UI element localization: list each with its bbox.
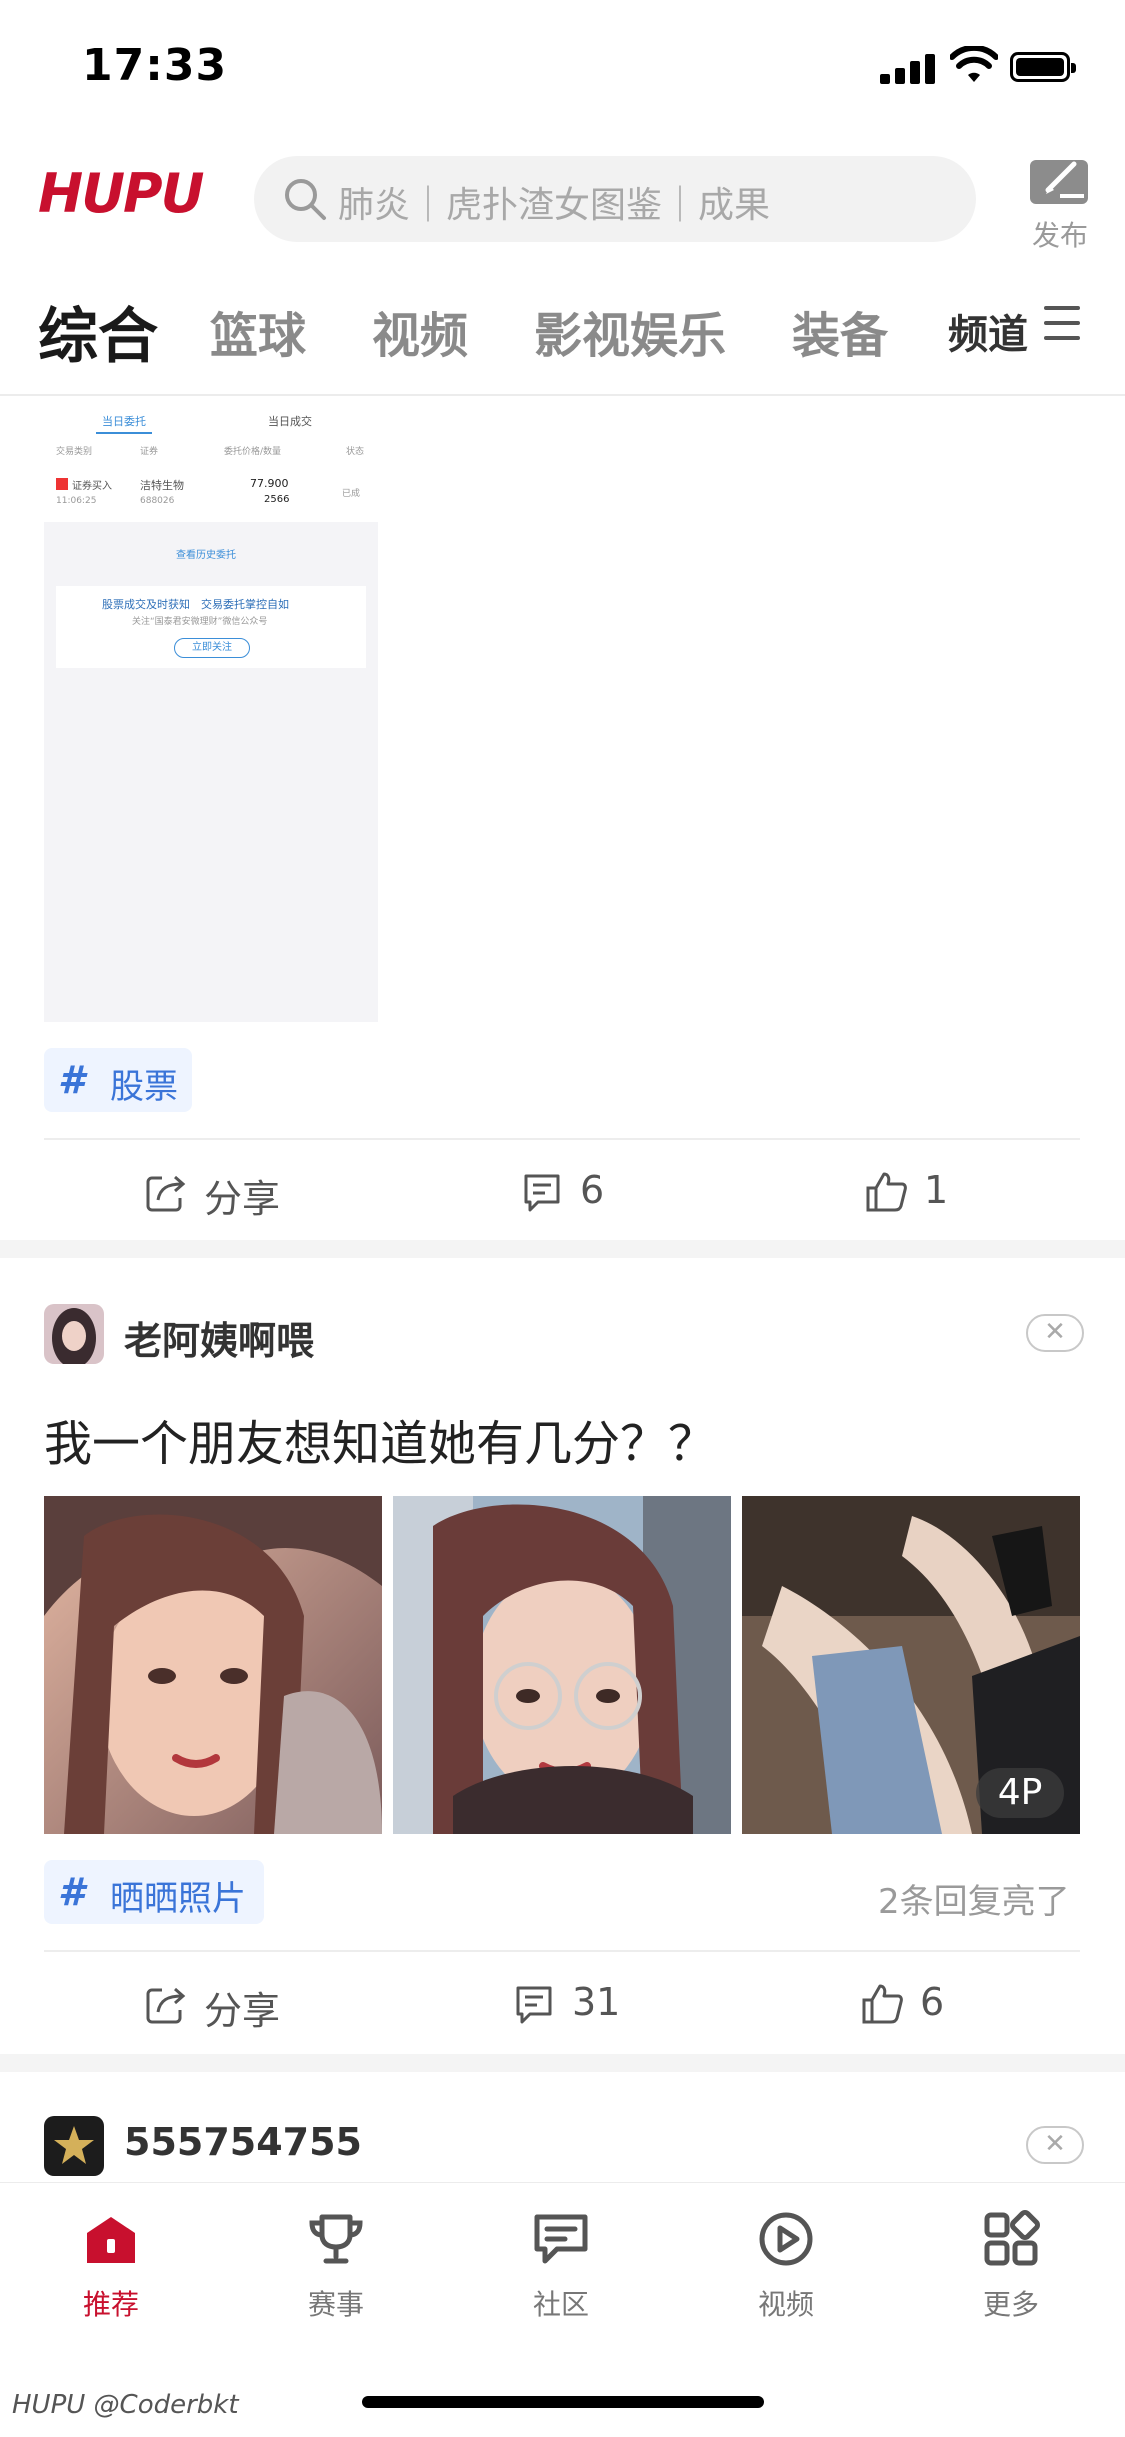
cellular-signal-icon (880, 52, 936, 84)
shot-row-time: 11:06:25 (56, 496, 97, 506)
shot-row-status: 已成 (342, 489, 361, 499)
battery-icon (1010, 52, 1076, 82)
post-photo-2[interactable] (393, 1496, 731, 1834)
search-icon (285, 179, 326, 220)
nav-more[interactable]: 更多 (951, 2209, 1071, 2321)
nav-label: 更多 (982, 2288, 1039, 2321)
shot-promo-title: 股票成交及时获知 交易委托掌控自如 (102, 598, 289, 611)
photo-count-badge: 4P (976, 1768, 1064, 1818)
hupu-logo[interactable]: HUPU (38, 162, 204, 225)
topic-label: 股票 (110, 1067, 178, 1107)
post-image-order-screenshot[interactable]: 当日委托 当日成交 交易类别 证券 委托价格/数量 状态 证券买入 11:06:… (44, 400, 378, 1022)
buy-badge-icon (56, 478, 68, 490)
watermark: HUPU @Coderbkt (12, 2390, 239, 2420)
avatar[interactable] (44, 1304, 104, 1364)
nav-label: 推荐 (82, 2288, 139, 2321)
comment-icon[interactable] (512, 1982, 556, 2026)
nav-recommend[interactable]: 推荐 (51, 2209, 171, 2321)
home-indicator (362, 2396, 764, 2408)
dismiss-button[interactable]: ✕ (1026, 2126, 1084, 2164)
shot-row-quantity: 2566 (264, 494, 290, 505)
share-button[interactable]: 分享 (204, 1168, 280, 1223)
share-button[interactable]: 分享 (204, 1980, 280, 2035)
comment-icon[interactable] (520, 1170, 564, 1214)
status-time: 17:33 (82, 40, 228, 91)
publish-button-label[interactable]: 发布 (1032, 214, 1088, 254)
menu-icon[interactable] (1044, 306, 1080, 340)
post-photo-3[interactable]: 4P (742, 1496, 1080, 1834)
search-placeholder: 肺炎｜虎扑渣女图鉴｜成果 (338, 185, 771, 226)
shot-follow-button: 立即关注 (174, 638, 250, 658)
shot-tab-today-deals: 当日成交 (268, 415, 312, 428)
tab-channel[interactable]: 频道 (948, 302, 1028, 360)
close-icon: ✕ (1044, 1317, 1066, 1347)
shot-col-type: 交易类别 (56, 447, 93, 457)
shot-row-stock-name: 洁特生物 (140, 479, 184, 492)
dismiss-button[interactable]: ✕ (1026, 1314, 1084, 1352)
like-icon[interactable] (860, 1982, 904, 2026)
post-photo-1[interactable] (44, 1496, 382, 1834)
like-count[interactable]: 1 (924, 1168, 948, 1212)
post-separator (0, 1240, 1125, 1258)
comment-count[interactable]: 31 (572, 1980, 620, 2024)
header-divider (0, 394, 1125, 396)
topic-label: 晒晒照片 (110, 1879, 246, 1919)
post-title[interactable]: 我一个朋友想知道她有几分？？ (44, 1404, 716, 1474)
grid-icon (984, 2210, 1040, 2266)
topic-hash-icon: # (58, 1058, 85, 1102)
tab-video[interactable]: 视频 (372, 296, 468, 366)
search-input[interactable]: 肺炎｜虎扑渣女图鉴｜成果 (254, 156, 976, 242)
publish-icon[interactable] (1026, 154, 1098, 208)
post-separator (0, 2054, 1125, 2072)
tab-entertainment[interactable]: 影视娱乐 (534, 296, 726, 366)
topic-tag-photos[interactable]: # 晒晒照片 (44, 1860, 264, 1924)
avatar[interactable] (44, 2116, 104, 2176)
action-divider (44, 1138, 1080, 1140)
shot-row-stock-code: 688026 (140, 496, 175, 506)
share-icon[interactable] (144, 1982, 188, 2026)
nav-label: 赛事 (307, 2288, 364, 2321)
like-count[interactable]: 6 (920, 1980, 944, 2024)
like-icon[interactable] (864, 1170, 908, 1214)
reply-hint[interactable]: 2条回复亮了 (878, 1874, 1070, 1923)
shot-col-price: 委托价格/数量 (224, 447, 282, 457)
shot-col-status: 状态 (346, 447, 365, 457)
action-divider (44, 1950, 1080, 1952)
shot-history-link: 查看历史委托 (176, 550, 236, 561)
topic-hash-icon: # (58, 1870, 85, 1914)
home-icon (87, 2217, 135, 2263)
share-icon[interactable] (144, 1170, 188, 1214)
comment-count[interactable]: 6 (580, 1168, 604, 1212)
topic-tag-stocks[interactable]: # 股票 (44, 1048, 192, 1112)
shot-col-security: 证券 (140, 447, 159, 457)
author-name[interactable]: 555754755 (124, 2120, 362, 2164)
shot-tab-underline (96, 432, 152, 434)
shot-promo-sub: 关注“国泰君安微理财”微信公众号 (132, 617, 268, 627)
chat-icon (534, 2214, 588, 2264)
nav-events[interactable]: 赛事 (276, 2209, 396, 2321)
tab-gear[interactable]: 装备 (792, 296, 888, 366)
author-name[interactable]: 老阿姨啊喂 (124, 1310, 314, 1365)
nav-community[interactable]: 社区 (501, 2209, 621, 2321)
trophy-icon (309, 2214, 363, 2264)
nav-video[interactable]: 视频 (726, 2209, 846, 2321)
nav-label: 视频 (757, 2288, 814, 2321)
play-icon (759, 2212, 813, 2266)
nav-label: 社区 (532, 2288, 589, 2321)
shot-row-price: 77.900 (250, 477, 289, 490)
shot-tab-today-orders: 当日委托 (102, 415, 146, 428)
tab-basketball[interactable]: 篮球 (210, 296, 306, 366)
shot-row-type: 证券买入 (72, 481, 112, 492)
wifi-icon (950, 46, 998, 82)
tab-general[interactable]: 综合 (38, 288, 158, 375)
close-icon: ✕ (1044, 2129, 1066, 2159)
